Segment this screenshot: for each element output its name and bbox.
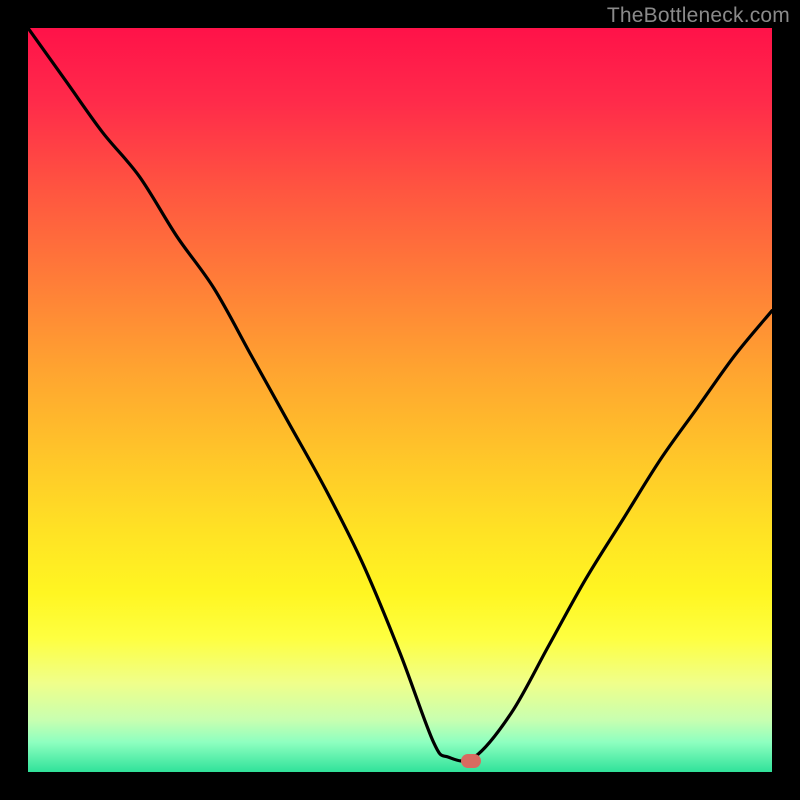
- chart-frame: TheBottleneck.com: [0, 0, 800, 800]
- bottleneck-curve: [28, 28, 772, 772]
- optimal-point-marker: [461, 754, 481, 768]
- watermark-text: TheBottleneck.com: [607, 4, 790, 28]
- plot-area: [28, 28, 772, 772]
